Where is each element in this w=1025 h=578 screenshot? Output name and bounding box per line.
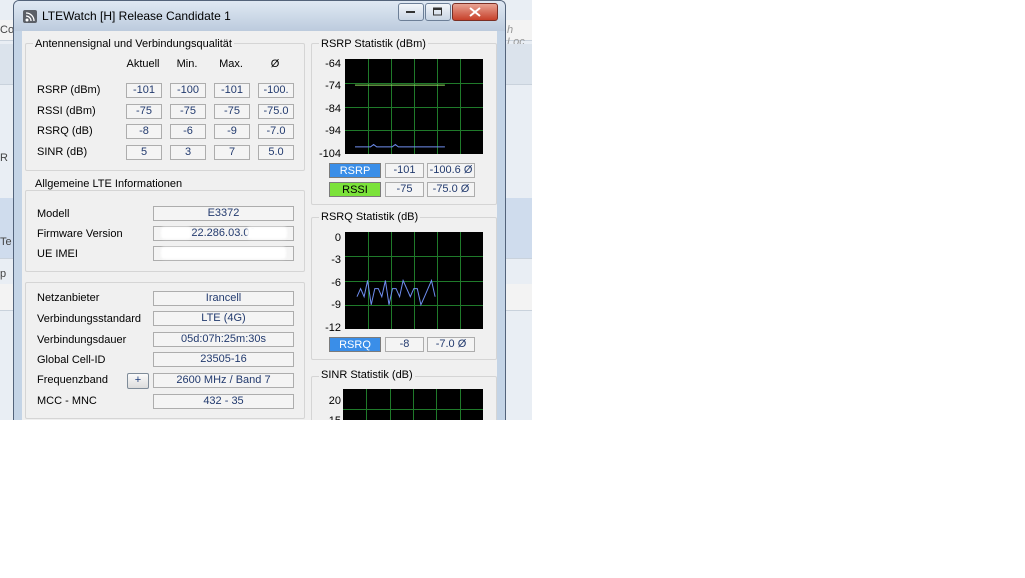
y-tick-label: -3	[331, 254, 341, 266]
rsrp-legend-average: -100.6 Ø	[427, 163, 475, 178]
background-text-fragment: Co	[0, 24, 15, 36]
rsrq-chart-plot	[345, 232, 483, 329]
y-tick-label: 20	[328, 395, 341, 407]
label-verbindungsstandard: Verbindungsstandard	[37, 313, 141, 325]
rsrq-max: -9	[214, 124, 250, 139]
label-mcc-mnc: MCC - MNC	[37, 395, 97, 407]
rsrp-legend-current: -101	[385, 163, 424, 178]
window-title: LTEWatch [H] Release Candidate 1	[42, 9, 231, 23]
label-ue-imei: UE IMEI	[37, 248, 78, 260]
label-firmware-version: Firmware Version	[37, 228, 123, 240]
label-global-cell-id: Global Cell-ID	[37, 354, 106, 366]
rsrp-chart	[345, 59, 483, 154]
chart-title: RSRP Statistik (dBm)	[319, 38, 428, 50]
y-tick-label: -64	[325, 58, 341, 70]
y-tick-label: -94	[325, 125, 341, 137]
rsrp-current: -101	[126, 83, 162, 98]
rssi-legend-label: RSSI	[329, 182, 381, 197]
y-tick-label: -74	[325, 80, 341, 92]
redaction-mark	[161, 247, 286, 259]
redaction-mark	[161, 227, 191, 239]
sinr-chart	[343, 389, 483, 420]
background-text-fragment: Te	[0, 236, 12, 248]
signal-icon	[23, 10, 37, 23]
y-tick-label: -104	[318, 148, 341, 160]
rsrq-min: -6	[170, 124, 206, 139]
chart-title: SINR Statistik (dB)	[319, 369, 415, 381]
verbindungsstandard-value: LTE (4G)	[153, 311, 294, 326]
column-header-average: Ø	[270, 58, 280, 70]
label-frequenzband: Frequenzband	[37, 374, 108, 386]
sinr-min: 3	[170, 145, 206, 160]
minimize-button[interactable]	[398, 3, 424, 21]
rsrq-legend-current: -8	[385, 337, 424, 352]
row-label-rsrp: RSRP (dBm)	[37, 84, 101, 96]
verbindungsdauer-value: 05d:07h:25m:30s	[153, 332, 294, 347]
redaction-mark	[247, 227, 287, 239]
rsrq-average: -7.0	[258, 124, 294, 139]
background-text-fragment: p	[0, 268, 7, 280]
close-button[interactable]	[452, 3, 498, 21]
rssi-average: -75.0	[258, 104, 294, 119]
rssi-legend-average: -75.0 Ø	[427, 182, 475, 197]
close-icon	[469, 7, 481, 17]
frequenzband-expand-button[interactable]: +	[127, 373, 149, 389]
rsrp-max: -101	[214, 83, 250, 98]
rssi-max: -75	[214, 104, 250, 119]
rsrq-legend-label: RSRQ	[329, 337, 381, 352]
sinr-chart-plot	[343, 389, 483, 420]
rsrq-chart	[345, 232, 483, 329]
y-tick-label: 15	[307, 415, 341, 420]
global-cell-id-value: 23505-16	[153, 352, 294, 367]
background-text-fragment: R	[0, 152, 8, 164]
rssi-legend-current: -75	[385, 182, 424, 197]
ltewatch-window: LTEWatch [H] Release Candidate 1 Antenne…	[13, 0, 506, 420]
sinr-average: 5.0	[258, 145, 294, 160]
column-header-aktuell: Aktuell	[126, 58, 160, 70]
rsrp-legend-label: RSRP	[329, 163, 381, 178]
column-header-max: Max.	[219, 58, 243, 70]
window-client: Antennensignal und Verbindungsqualität A…	[22, 31, 497, 420]
column-header-min: Min.	[176, 58, 198, 70]
label-verbindungsdauer: Verbindungsdauer	[37, 334, 127, 346]
sinr-max: 7	[214, 145, 250, 160]
row-label-sinr: SINR (dB)	[37, 146, 88, 158]
sinr-current: 5	[126, 145, 162, 160]
y-tick-label: -84	[325, 103, 341, 115]
netzanbieter-value: Irancell	[153, 291, 294, 306]
y-tick-label: -6	[331, 277, 341, 289]
rssi-min: -75	[170, 104, 206, 119]
row-label-rssi: RSSI (dBm)	[37, 105, 96, 117]
modell-value: E3372	[153, 206, 294, 221]
group-title: Allgemeine LTE Informationen	[33, 178, 185, 190]
rsrp-min: -100	[170, 83, 206, 98]
maximize-button[interactable]	[425, 3, 451, 21]
rsrq-legend-average: -7.0 Ø	[427, 337, 475, 352]
title-bar[interactable]: LTEWatch [H] Release Candidate 1	[14, 1, 505, 31]
y-tick-label: 0	[334, 232, 341, 244]
frequenzband-value: 2600 MHz / Band 7	[153, 373, 294, 388]
rsrp-chart-plot	[345, 59, 483, 154]
rsrq-current: -8	[126, 124, 162, 139]
label-modell: Modell	[37, 208, 70, 220]
y-tick-label: -9	[331, 299, 341, 311]
group-title: Antennensignal und Verbindungsqualität	[33, 38, 234, 50]
y-tick-label: -12	[325, 322, 341, 334]
label-netzanbieter: Netzanbieter	[37, 292, 100, 304]
row-label-rsrq: RSRQ (dB)	[37, 125, 93, 137]
rssi-current: -75	[126, 104, 162, 119]
rsrp-average: -100.	[258, 83, 294, 98]
mcc-mnc-value: 432 - 35	[153, 394, 294, 409]
chart-title: RSRQ Statistik (dB)	[319, 211, 421, 223]
